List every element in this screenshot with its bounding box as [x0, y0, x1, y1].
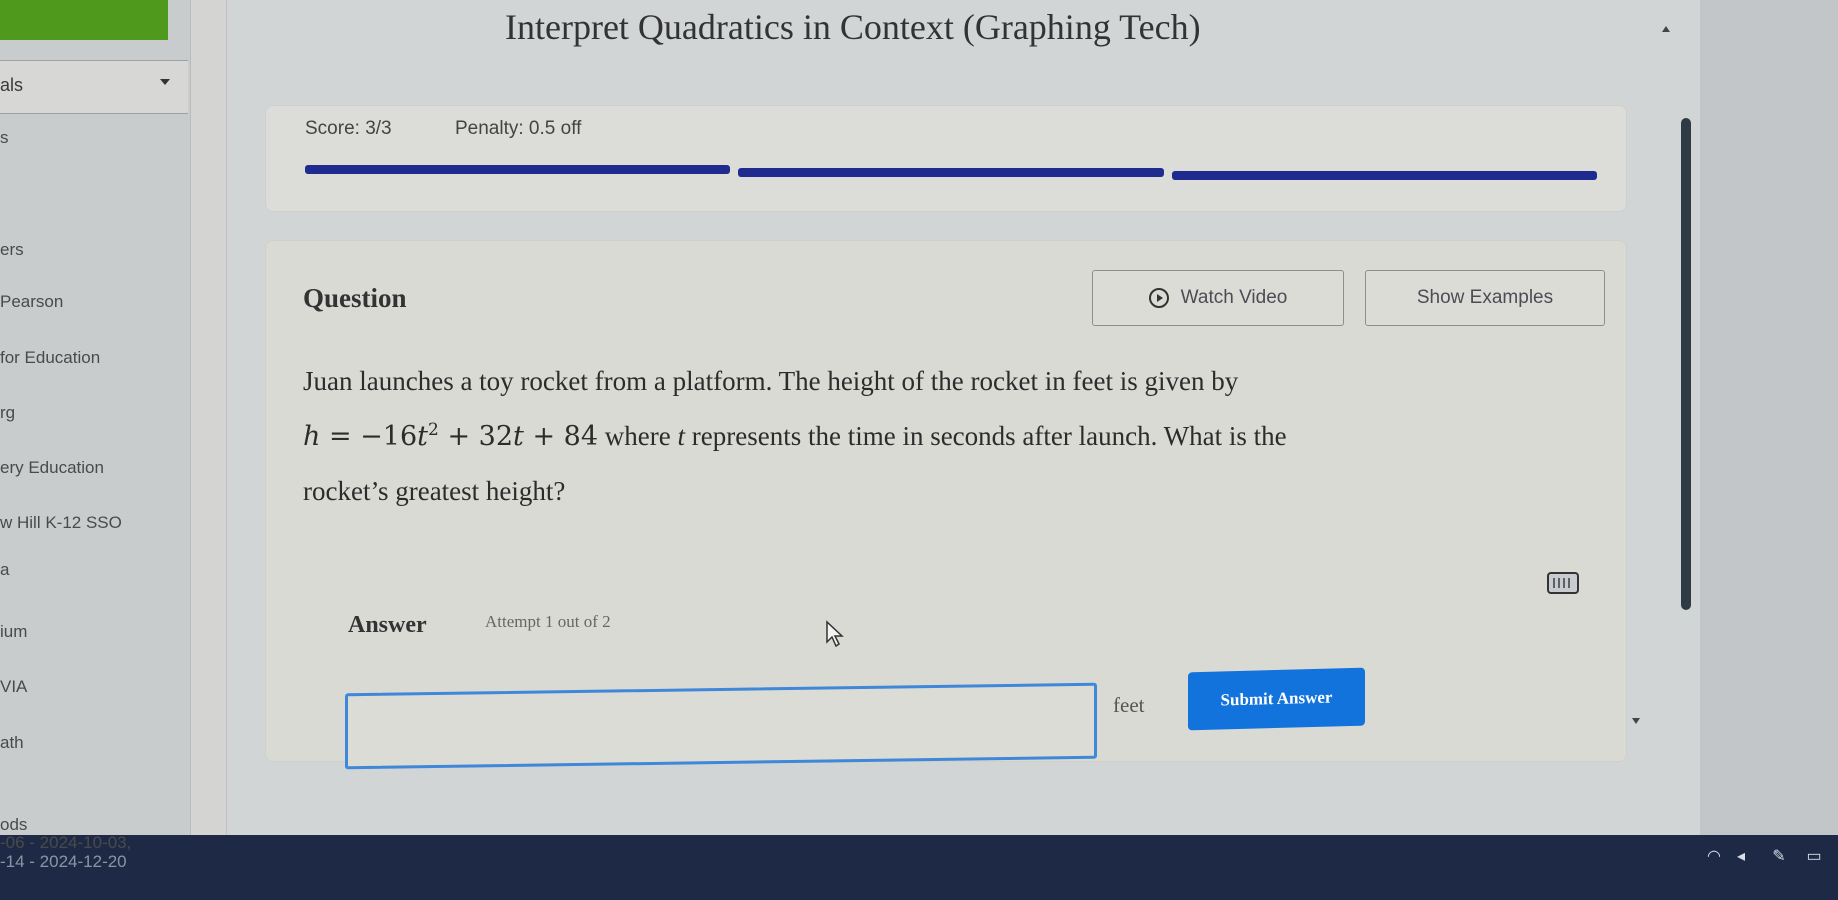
sidebar-item[interactable]: ium [0, 622, 27, 642]
sidebar-item[interactable]: ery Education [0, 458, 104, 478]
sidebar-item[interactable]: rg [0, 403, 15, 423]
watch-video-button[interactable]: Watch Video [1092, 270, 1344, 326]
equation-var: t [417, 421, 429, 452]
question-text-line: h = −16t2 + 32t + 84 where t represents … [303, 420, 1287, 452]
volume-icon[interactable]: ◂ [1732, 848, 1750, 866]
equation-var: h [303, 421, 321, 452]
unit-label: feet [1113, 693, 1145, 717]
question-heading: Question [303, 283, 407, 313]
mouse-pointer-icon [826, 620, 844, 648]
show-examples-button[interactable]: Show Examples [1365, 270, 1605, 326]
battery-icon[interactable]: ▭ [1805, 848, 1823, 866]
play-circle-icon [1148, 288, 1169, 308]
sidebar-item-k12-sso[interactable]: w Hill K-12 SSO [0, 513, 122, 533]
watch-video-label: Watch Video [1180, 287, 1288, 308]
sidebar [0, 0, 191, 900]
sidebar-footer-heading: ods [0, 815, 28, 834]
penalty-text: Penalty: 0.5 off [455, 118, 582, 139]
keyboard-icon[interactable] [1547, 572, 1579, 594]
background-wall [1700, 0, 1838, 835]
question-text-line: Juan launches a toy rocket from a platfo… [303, 366, 1239, 396]
equation-part: = −16 [320, 421, 418, 452]
question-var: t [677, 421, 686, 451]
answer-input[interactable] [345, 682, 1097, 770]
sidebar-item[interactable]: for Education [0, 348, 100, 368]
sidebar-item[interactable]: a [0, 560, 9, 580]
equation-var: t [513, 421, 524, 452]
sidebar-item[interactable]: ath [0, 733, 24, 753]
progress-segment [1171, 171, 1597, 180]
progress-segment [305, 165, 731, 174]
scrollbar-thumb[interactable] [1681, 118, 1691, 610]
scroll-down-arrow-icon[interactable] [1632, 718, 1640, 724]
question-text-line: rocket’s greatest height? [303, 476, 566, 506]
pen-icon[interactable]: ✎ [1770, 848, 1788, 866]
submit-answer-button[interactable]: Submit Answer [1188, 667, 1365, 731]
progress-segment [738, 168, 1164, 177]
equation-exponent: 2 [428, 420, 439, 440]
sidebar-footer-dates: -14 - 2024-12-20 [0, 852, 127, 871]
equation-part: + 32 [438, 421, 514, 452]
wifi-icon[interactable]: ◠ [1705, 848, 1723, 866]
sidebar-item[interactable]: s [0, 128, 9, 148]
sidebar-footer-dates: -06 - 2024-10-03, [0, 833, 132, 852]
equation-part: + 84 [523, 421, 599, 452]
taskbar [0, 835, 1838, 900]
question-text: where [598, 421, 678, 451]
equation: h = −16t2 + 32t + 84 [303, 420, 599, 452]
scroll-up-arrow-icon[interactable] [1662, 26, 1670, 32]
attempt-counter: Attempt 1 out of 2 [485, 612, 611, 631]
brand-logo-block [0, 0, 168, 40]
sidebar-class-select[interactable]: als [0, 60, 188, 114]
sidebar-item[interactable]: ers [0, 240, 24, 260]
answer-heading: Answer [348, 612, 427, 638]
sidebar-item[interactable]: VIA [0, 677, 27, 697]
show-examples-label: Show Examples [1416, 287, 1554, 308]
sidebar-divider [191, 0, 227, 900]
sidebar-select-label: als [0, 75, 24, 95]
page-title: Interpret Quadratics in Context (Graphin… [505, 7, 1201, 47]
question-text: represents the time in seconds after lau… [685, 421, 1287, 451]
score-text: Score: 3/3 [305, 118, 392, 139]
sidebar-item-pearson[interactable]: Pearson [0, 292, 63, 312]
chevron-down-icon [160, 79, 170, 85]
